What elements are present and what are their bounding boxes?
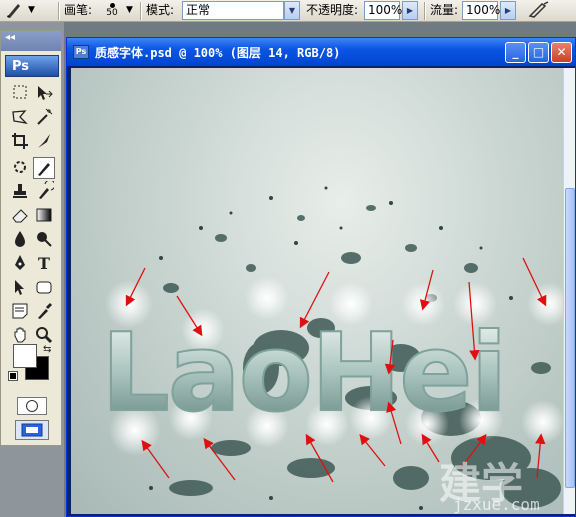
close-button[interactable]: ✕ xyxy=(551,42,572,63)
brush-picker-arrow[interactable]: ▼ xyxy=(126,0,133,22)
history-brush-tool-icon[interactable] xyxy=(33,179,56,203)
eraser-tool-icon[interactable] xyxy=(9,205,31,227)
vertical-scrollbar[interactable] xyxy=(563,68,575,514)
notes-tool-icon[interactable] xyxy=(9,301,31,323)
quick-mask-icon xyxy=(26,400,38,412)
move-tool-icon[interactable] xyxy=(33,83,55,105)
opacity-label: 不透明度: xyxy=(306,3,359,17)
foreground-color-swatch[interactable] xyxy=(13,344,37,368)
scrollbar-thumb[interactable] xyxy=(565,188,575,488)
toolbox-titlebar[interactable]: ◂◂ xyxy=(1,31,61,51)
flow-label: 流量: xyxy=(430,3,459,17)
airbrush-icon[interactable] xyxy=(526,0,554,22)
mode-select[interactable]: 正常 xyxy=(182,1,284,20)
dodge-tool-icon[interactable] xyxy=(33,229,55,251)
opacity-input[interactable]: 100% xyxy=(364,1,402,20)
document-canvas[interactable]: LaoHei 建学 jzxue.com xyxy=(71,68,563,514)
slice-tool-icon[interactable] xyxy=(33,131,55,153)
screen-mode-icon xyxy=(21,423,43,437)
document-title: 质感字体.psd @ 100% (图层 14, RGB/8) xyxy=(95,46,341,60)
pen-tool-icon[interactable] xyxy=(9,253,31,275)
type-tool-icon[interactable]: T xyxy=(33,253,55,275)
preset-dropdown-arrow[interactable]: ▼ xyxy=(28,0,35,22)
maximize-button[interactable]: □ xyxy=(528,42,549,63)
brush-label: 画笔: xyxy=(64,3,93,17)
brush-picker[interactable]: 50 xyxy=(98,0,126,22)
brush-size: 50 xyxy=(106,8,118,18)
separator xyxy=(58,2,60,20)
toolbox: ◂◂ Ps T ⇆ xyxy=(0,30,62,446)
magic-wand-tool-icon[interactable] xyxy=(33,107,55,129)
crop-tool-icon[interactable] xyxy=(9,131,31,153)
brush-tool-preset-icon[interactable] xyxy=(4,0,26,22)
watermark-url: jzxue.com xyxy=(453,495,540,514)
marquee-tool-icon[interactable] xyxy=(9,83,31,105)
default-colors-icon[interactable] xyxy=(8,371,18,381)
shape-tool-icon[interactable] xyxy=(33,277,55,299)
path-selection-tool-icon[interactable] xyxy=(9,277,31,299)
document-titlebar[interactable]: Ps 质感字体.psd @ 100% (图层 14, RGB/8) _ □ ✕ xyxy=(67,38,575,66)
canvas-artwork: LaoHei 建学 jzxue.com xyxy=(100,186,563,514)
opacity-slider-button[interactable]: ▶ xyxy=(402,1,418,20)
options-bar: ▼ 画笔: 50 ▼ 模式: 正常 ▼ 不透明度: 100% ▶ 流量: 100… xyxy=(0,0,576,22)
flow-slider-button[interactable]: ▶ xyxy=(500,1,516,20)
brush-tool-icon[interactable] xyxy=(33,157,55,179)
document-ps-icon: Ps xyxy=(73,45,89,59)
artwork-text: LaoHei xyxy=(101,311,506,436)
blur-tool-icon[interactable] xyxy=(9,229,31,251)
swap-colors-icon[interactable]: ⇆ xyxy=(43,344,51,355)
separator xyxy=(424,2,426,20)
quick-mask-mode-button[interactable] xyxy=(17,397,47,415)
separator xyxy=(140,2,142,20)
flow-input[interactable]: 100% xyxy=(462,1,500,20)
mode-label: 模式: xyxy=(146,3,175,17)
gradient-tool-icon[interactable] xyxy=(33,205,55,227)
mode-dropdown-button[interactable]: ▼ xyxy=(284,1,300,20)
minimize-button[interactable]: _ xyxy=(505,42,526,63)
photoshop-logo[interactable]: Ps xyxy=(5,55,59,77)
document-window: Ps 质感字体.psd @ 100% (图层 14, RGB/8) _ □ ✕ xyxy=(66,37,576,517)
lasso-tool-icon[interactable] xyxy=(9,107,31,129)
clone-stamp-tool-icon[interactable] xyxy=(9,181,31,203)
healing-brush-tool-icon[interactable] xyxy=(9,157,31,179)
eyedropper-tool-icon[interactable] xyxy=(33,301,55,323)
screen-mode-button[interactable] xyxy=(15,420,49,440)
